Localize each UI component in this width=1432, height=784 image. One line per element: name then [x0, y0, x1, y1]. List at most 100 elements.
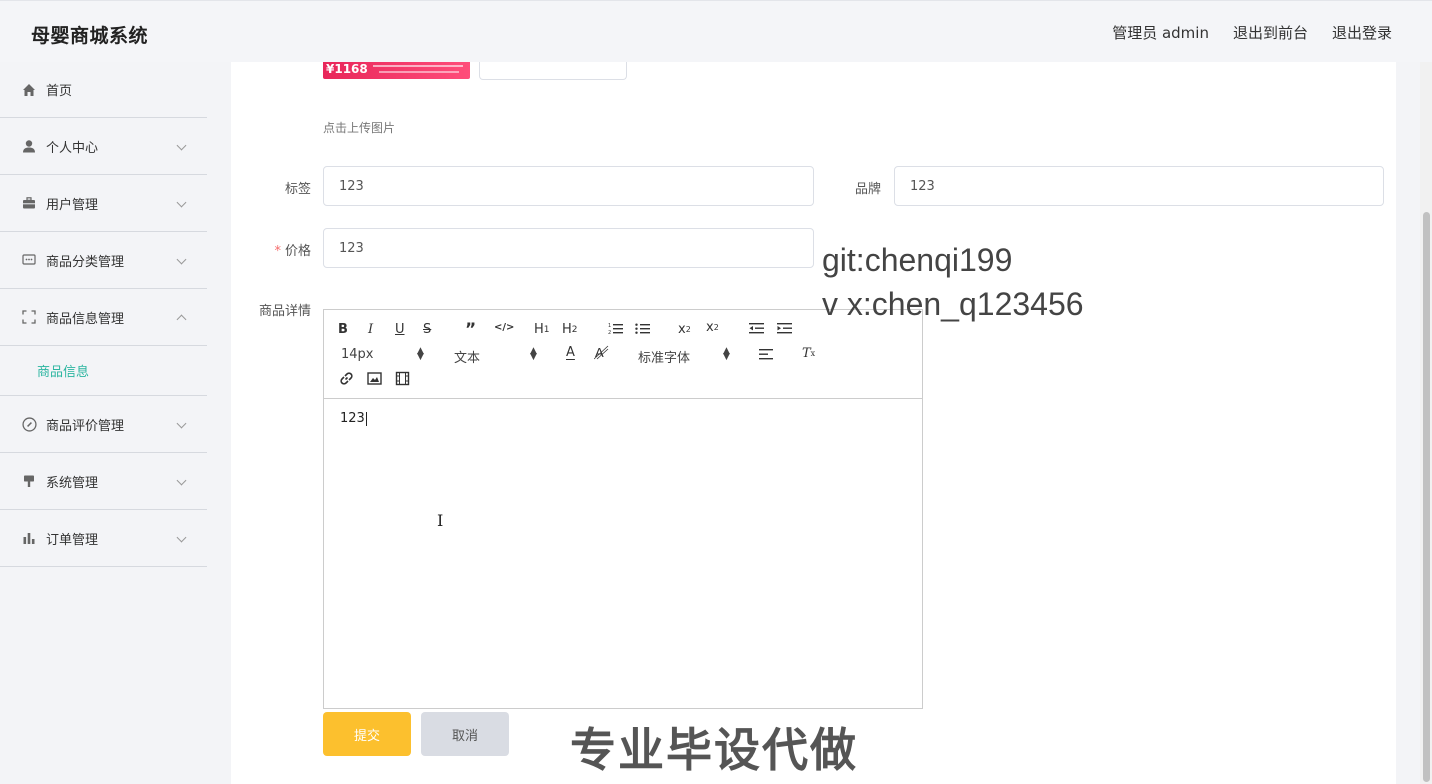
user-icon: [21, 138, 37, 154]
upload-hint[interactable]: 点击上传图片: [323, 119, 395, 136]
image-url-field[interactable]: [479, 62, 627, 80]
editor-content-area[interactable]: 123 I: [324, 399, 922, 709]
text-caret: [365, 411, 367, 426]
exit-to-front-link[interactable]: 退出到前台: [1233, 22, 1308, 43]
fullscreen-icon: [21, 309, 37, 325]
image-icon[interactable]: [367, 371, 382, 386]
chevron-down-icon: [176, 532, 187, 543]
admin-user-label: 管理员 admin: [1112, 24, 1209, 42]
outdent-icon[interactable]: [749, 322, 764, 335]
sidebar-item-label: 商品评价管理: [46, 418, 125, 434]
svg-text:2: 2: [608, 330, 611, 335]
logout-link[interactable]: 退出登录: [1332, 22, 1392, 43]
sidebar-item-label: 商品分类管理: [46, 254, 125, 270]
sidebar-item-profile[interactable]: 个人中心: [0, 118, 207, 175]
chevron-up-icon: [176, 314, 187, 325]
watermark-banner: 专业毕设代做: [570, 723, 858, 777]
chevron-down-icon: [176, 418, 187, 429]
font-family-select[interactable]: 标准字体 ▲ ▼: [638, 346, 734, 367]
price-input[interactable]: 123: [323, 228, 814, 268]
tag-label: 标签: [284, 182, 311, 197]
chevron-down-icon: [176, 475, 187, 486]
sidebar: 首页 个人中心 用户管理 商品分类管理 商品信息管理 商品信息 商品评价管理 系…: [0, 62, 207, 784]
compass-icon: [21, 416, 37, 432]
bar-chart-icon: [21, 530, 37, 546]
watermark-line-wx: v x:chen_q123456: [822, 286, 1084, 322]
superscript-button[interactable]: x2: [706, 320, 719, 335]
select-arrows-icon: ▲ ▼: [530, 346, 537, 362]
sidebar-item-home[interactable]: 首页: [0, 62, 207, 118]
font-family-value: 标准字体: [638, 351, 691, 366]
uploaded-product-image[interactable]: ¥1168: [323, 62, 470, 79]
header-actions: 管理员 admin 退出到前台 退出登录: [1112, 22, 1392, 43]
briefcase-icon: [21, 195, 37, 211]
sidebar-item-categories[interactable]: 商品分类管理: [0, 232, 207, 289]
video-icon[interactable]: [395, 371, 410, 386]
italic-button[interactable]: I: [368, 322, 373, 337]
ordered-list-icon[interactable]: 12: [608, 322, 623, 335]
required-asterisk: *: [274, 244, 281, 259]
subscript-button[interactable]: x2: [678, 322, 691, 337]
background-color-icon[interactable]: A: [594, 345, 609, 360]
promo-price-text: ¥1168: [326, 62, 368, 76]
sidebar-item-label: 用户管理: [46, 197, 99, 213]
sidebar-item-label: 商品信息管理: [46, 311, 125, 327]
svg-text:1: 1: [608, 323, 611, 329]
tag-input[interactable]: 123: [323, 166, 814, 206]
price-input-value: 123: [339, 240, 364, 256]
strikethrough-button[interactable]: S: [423, 322, 431, 337]
page-scrollbar[interactable]: [1420, 62, 1432, 784]
top-header: 母婴商城系统 管理员 admin 退出到前台 退出登录: [0, 0, 1432, 62]
code-block-icon[interactable]: </>: [494, 322, 514, 333]
sidebar-item-label: 系统管理: [46, 475, 99, 491]
bullet-list-icon[interactable]: [635, 322, 650, 335]
price-label: * 价格: [262, 240, 311, 259]
cancel-button[interactable]: 取消: [421, 712, 509, 756]
scrollbar-thumb[interactable]: [1423, 212, 1430, 782]
bold-button[interactable]: B: [338, 322, 348, 337]
select-arrows-icon: ▲ ▼: [417, 346, 424, 362]
clear-format-icon[interactable]: Tx: [802, 346, 815, 361]
sidebar-item-orders[interactable]: 订单管理: [0, 510, 207, 567]
underline-button[interactable]: U: [395, 322, 405, 337]
watermark-line-git: git:chenqi199: [822, 242, 1013, 278]
heading1-button[interactable]: H1: [534, 322, 550, 337]
font-color-icon[interactable]: A: [566, 345, 575, 360]
mouse-ibeam-cursor: I: [437, 511, 444, 530]
block-type-select[interactable]: 文本 ▲ ▼: [454, 346, 538, 367]
promo-text-decoration: [379, 71, 459, 73]
tag-input-value: 123: [339, 178, 364, 194]
watermark-text: git:chenqi199 v x:chen_q123456: [822, 238, 1084, 326]
blockquote-icon[interactable]: ”: [465, 320, 476, 340]
sidebar-item-label: 订单管理: [46, 532, 99, 548]
detail-label: 商品详情: [258, 304, 311, 319]
brand-input-value: 123: [910, 178, 935, 194]
heading2-button[interactable]: H2: [562, 322, 578, 337]
sidebar-subitem-product-info[interactable]: 商品信息: [0, 346, 207, 394]
sidebar-item-label: 首页: [46, 84, 73, 99]
sidebar-item-users[interactable]: 用户管理: [0, 175, 207, 232]
promo-text-decoration: [373, 65, 463, 67]
chat-icon: [21, 252, 37, 268]
indent-icon[interactable]: [777, 322, 792, 335]
select-arrows-icon: ▲ ▼: [723, 346, 730, 362]
app-title: 母婴商城系统: [31, 25, 149, 47]
link-icon[interactable]: [339, 371, 354, 386]
sidebar-item-label: 个人中心: [46, 140, 99, 156]
home-icon: [21, 82, 37, 98]
brand-input[interactable]: 123: [894, 166, 1384, 206]
block-type-value: 文本: [454, 351, 481, 366]
sidebar-item-system[interactable]: 系统管理: [0, 453, 207, 510]
chevron-down-icon: [176, 254, 187, 265]
chevron-down-icon: [176, 197, 187, 208]
chevron-down-icon: [176, 140, 187, 151]
sidebar-item-products[interactable]: 商品信息管理: [0, 289, 207, 346]
editor-content-text: 123: [340, 411, 365, 426]
align-left-icon[interactable]: [759, 348, 774, 361]
price-label-text: 价格: [284, 244, 311, 259]
submit-button[interactable]: 提交: [323, 712, 411, 756]
brush-icon: [21, 473, 37, 489]
font-size-value: 14px: [341, 347, 374, 362]
sidebar-item-reviews[interactable]: 商品评价管理: [0, 396, 207, 453]
font-size-select[interactable]: 14px ▲ ▼: [341, 346, 425, 363]
